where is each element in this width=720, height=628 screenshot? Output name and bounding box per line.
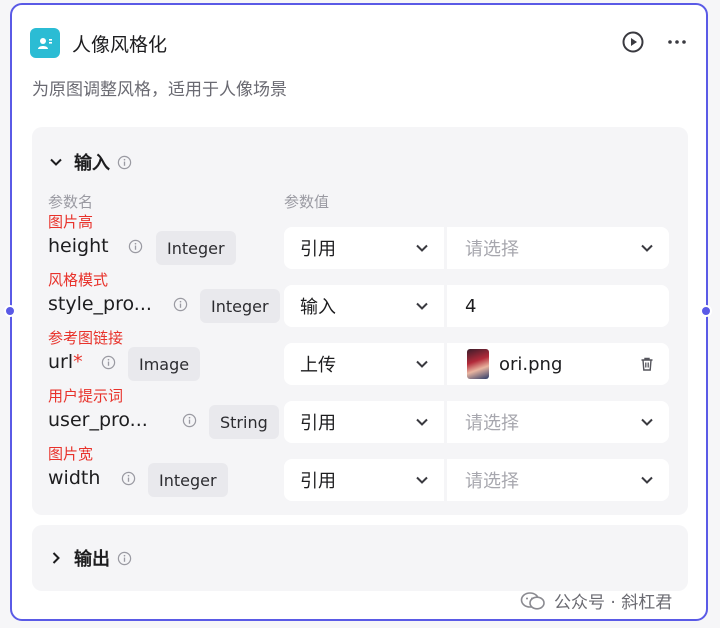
param-type-tag: String [209,405,279,439]
param-cn-label: 风格模式 [48,271,109,289]
input-port-handle[interactable] [4,305,16,317]
node-header: 人像风格化 [30,27,690,59]
more-dots-icon[interactable] [664,29,690,55]
param-cn-label: 图片宽 [48,445,94,463]
info-icon[interactable] [181,412,197,428]
param-type-tag: Image [128,347,201,381]
param-type-tag: Integer [148,463,228,497]
info-icon[interactable] [120,470,136,486]
param-mode-select[interactable]: 引用 [284,227,444,269]
output-section-header[interactable]: 输出 [48,545,132,571]
param-value-select[interactable]: 请选择 [447,227,669,269]
node-title: 人像风格化 [72,33,168,56]
info-icon[interactable] [116,154,132,170]
workflow-node-card[interactable]: 人像风格化 为原图调整风格，适用于人像场景 输入 参数名 参数值 图片高 hei… [10,3,708,621]
param-value-placeholder: 请选择 [465,239,519,260]
param-value-placeholder: 请选择 [465,471,519,492]
required-mark: * [73,351,83,373]
chevron-down-icon [416,418,428,426]
param-row-user-prompt: 用户提示词 user_pro... String 引用 请选择 [32,387,688,445]
info-icon[interactable] [116,550,132,566]
param-name: width [48,467,101,489]
param-cn-label: 参考图链接 [48,329,124,347]
chevron-down-icon [641,476,653,484]
param-name: url* [48,351,83,373]
param-cn-label: 用户提示词 [48,387,124,405]
wechat-icon [520,591,545,610]
param-mode-value: 引用 [300,413,336,434]
column-header-param-value: 参数值 [284,193,330,211]
param-mode-value: 输入 [300,297,336,318]
info-icon[interactable] [127,238,143,254]
play-circle-icon[interactable] [620,29,646,55]
param-name: user_pro... [48,409,148,431]
param-value-text: 4 [465,295,477,317]
output-port-handle[interactable] [700,305,712,317]
chevron-down-icon [416,302,428,310]
chevron-down-icon [641,418,653,426]
param-type-tag: Integer [200,289,280,323]
param-name: style_pro... [48,293,152,315]
param-row-width: 图片宽 width Integer 引用 请选择 [32,445,688,503]
param-mode-select[interactable]: 上传 [284,343,444,385]
param-value-file[interactable]: ori.png [447,343,669,385]
trash-icon[interactable] [639,356,655,372]
param-name-text: url [48,351,74,373]
param-mode-select[interactable]: 引用 [284,401,444,443]
param-type-tag: Integer [156,231,236,265]
watermark-text: 公众号 · 斜杠君 [554,593,673,613]
param-name: height [48,235,109,257]
param-row-url: 参考图链接 url* Image 上传 ori.png [32,329,688,387]
param-value-placeholder: 请选择 [465,413,519,434]
chevron-down-icon[interactable] [48,154,64,170]
chevron-down-icon [416,360,428,368]
chevron-right-icon[interactable] [48,550,64,566]
output-section: 输出 [32,525,688,591]
param-mode-value: 引用 [300,239,336,260]
user-card-icon [30,28,60,58]
chevron-down-icon [416,476,428,484]
image-thumbnail [467,349,489,379]
file-name: ori.png [499,353,563,375]
param-value-input[interactable]: 4 [447,285,669,327]
param-row-height: 图片高 height Integer 引用 请选择 [32,213,688,271]
info-icon[interactable] [172,296,188,312]
watermark: 公众号 · 斜杠君 [520,588,672,613]
param-mode-value: 引用 [300,471,336,492]
param-value-select[interactable]: 请选择 [447,401,669,443]
chevron-down-icon [416,244,428,252]
output-section-title: 输出 [74,549,110,570]
param-mode-select[interactable]: 引用 [284,459,444,501]
param-mode-value: 上传 [300,355,336,376]
param-value-select[interactable]: 请选择 [447,459,669,501]
node-description: 为原图调整风格，适用于人像场景 [32,80,287,100]
param-row-style: 风格模式 style_pro... Integer 输入 4 [32,271,688,329]
param-cn-label: 图片高 [48,213,94,231]
input-section-header[interactable]: 输入 [48,149,132,175]
input-section-title: 输入 [74,153,110,174]
info-icon[interactable] [100,354,116,370]
column-header-param-name: 参数名 [48,193,94,211]
input-section: 输入 参数名 参数值 图片高 height Integer 引用 请选择 风格模… [32,127,688,515]
chevron-down-icon [641,244,653,252]
param-mode-select[interactable]: 输入 [284,285,444,327]
